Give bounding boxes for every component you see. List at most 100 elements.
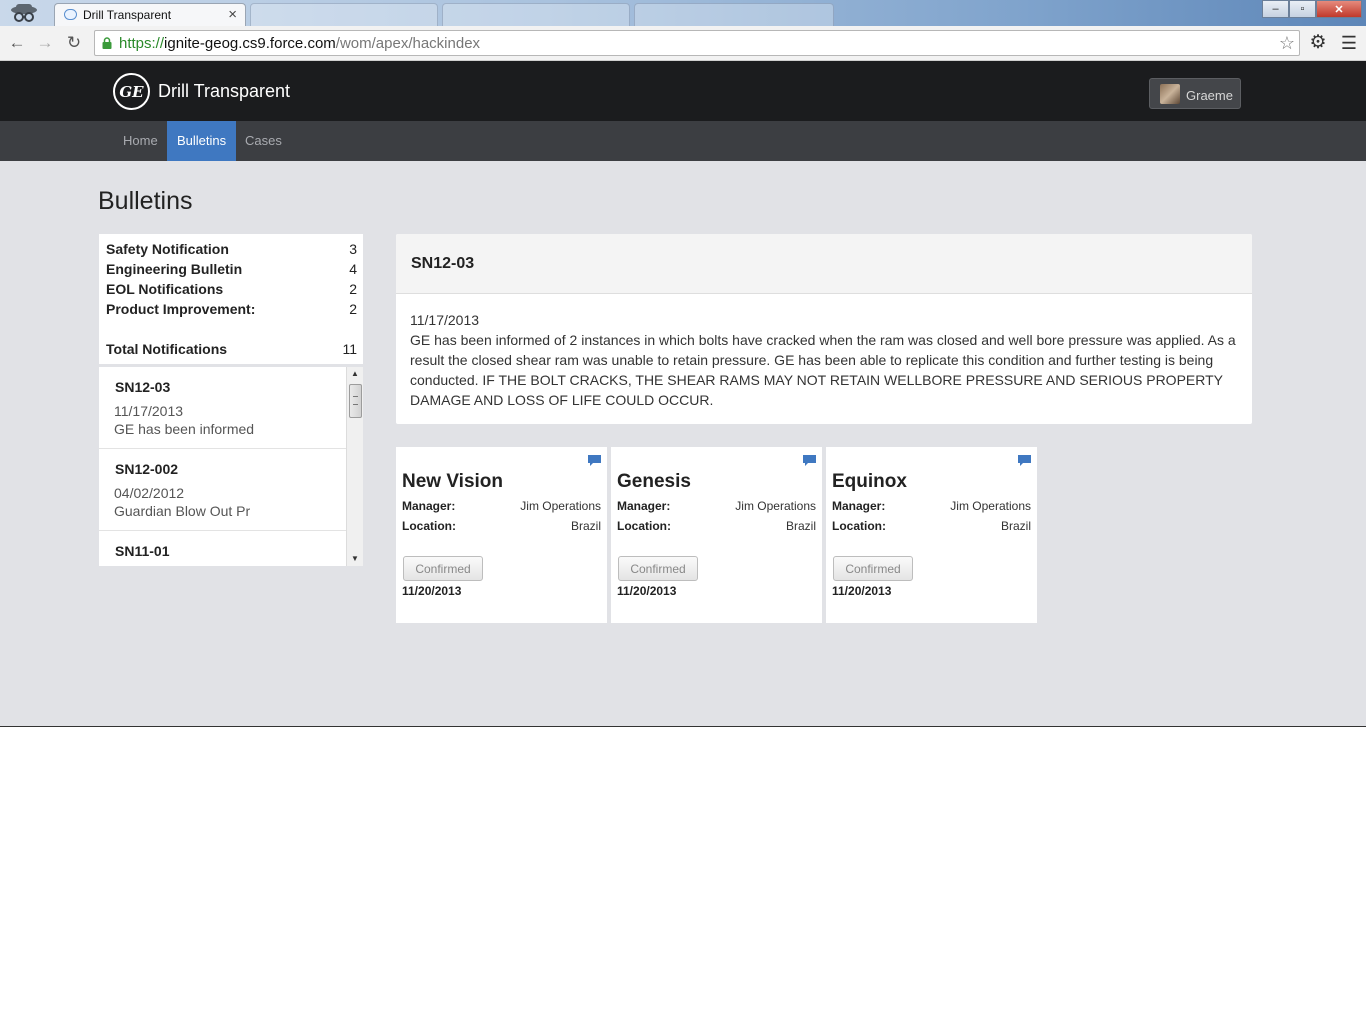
scroll-down-arrow-icon[interactable]: ▼ [351, 554, 359, 563]
rig-name: New Vision [402, 471, 504, 492]
count-value: 2 [349, 281, 357, 297]
count-label: Safety Notification [106, 241, 229, 257]
manager-label: Manager: [617, 499, 671, 513]
confirmed-date: 11/20/2013 [617, 584, 677, 598]
tab-close-button[interactable]: × [228, 6, 237, 23]
bulletin-detail-panel: SN12-03 11/17/2013 GE has been informed … [396, 234, 1252, 424]
browser-toolbar: ← → ↻ https://ignite-geog.cs9.force.com/… [0, 26, 1366, 61]
avatar [1160, 84, 1180, 104]
user-menu-button[interactable]: Graeme [1149, 78, 1241, 109]
rig-name: Genesis [617, 471, 691, 492]
gear-icon[interactable]: ⚙ [1306, 30, 1330, 54]
location-value: Brazil [785, 519, 816, 533]
url-path: /wom/apex/hackindex [335, 35, 481, 52]
rig-card: Genesis Manager: Jim Operations Location… [611, 447, 822, 623]
list-item[interactable]: SN12-002 04/02/2012 Guardian Blow Out Pr [99, 449, 346, 531]
incognito-icon [11, 4, 37, 22]
ge-logo[interactable]: GE [113, 73, 150, 110]
browser-tab-background[interactable] [250, 3, 438, 26]
bookmark-star-icon[interactable]: ☆ [1279, 33, 1295, 54]
manager-value: Jim Operations [520, 499, 601, 513]
bulletin-snippet: GE has been informed [114, 421, 255, 437]
list-scrollbar[interactable]: ▲ ▼ [346, 367, 363, 566]
browser-tab-background[interactable] [634, 3, 834, 26]
restore-button[interactable]: ▫ [1289, 0, 1316, 18]
browser-tab-active[interactable]: Drill Transparent × [54, 3, 246, 26]
bulletin-detail-body: GE has been informed of 2 instances in w… [410, 332, 1236, 408]
count-total-value: 11 [342, 341, 357, 357]
confirmed-button[interactable]: Confirmed [618, 556, 698, 581]
bulletin-detail-header: SN12-03 [396, 234, 1252, 294]
close-window-button[interactable]: ✕ [1316, 0, 1362, 18]
chat-bubble-icon[interactable] [588, 455, 601, 467]
manager-label: Manager: [832, 499, 886, 513]
address-bar[interactable]: https://ignite-geog.cs9.force.com/wom/ap… [94, 30, 1300, 56]
count-total-label: Total Notifications [106, 341, 228, 357]
count-row-engineering: Engineering Bulletin 4 [106, 261, 357, 277]
url-host: ignite-geog.cs9.force.com [164, 35, 336, 52]
nav-bulletins[interactable]: Bulletins [167, 121, 237, 161]
count-row-safety: Safety Notification 3 [106, 241, 357, 257]
count-label: EOL Notifications [106, 281, 224, 297]
chat-bubble-icon[interactable] [1018, 455, 1031, 467]
bulletin-detail-date: 11/17/2013 [410, 312, 480, 328]
confirmed-button[interactable]: Confirmed [833, 556, 913, 581]
bulletin-code: SN12-03 [115, 379, 171, 395]
list-item[interactable]: SN11-01 [99, 531, 346, 566]
window-controls: – ▫ ✕ [1262, 0, 1362, 18]
bulletin-snippet: Guardian Blow Out Pr [114, 503, 251, 519]
scroll-up-arrow-icon[interactable]: ▲ [351, 369, 359, 378]
count-value: 4 [349, 261, 357, 277]
page-content: GE Drill Transparent Graeme Home Bulleti… [0, 61, 1366, 727]
bulletin-code: SN11-01 [115, 543, 170, 559]
browser-tab-background[interactable] [442, 3, 630, 26]
confirmed-button[interactable]: Confirmed [403, 556, 483, 581]
tab-title: Drill Transparent [83, 8, 172, 22]
minimize-button[interactable]: – [1262, 0, 1289, 18]
salesforce-cloud-icon [64, 9, 77, 20]
count-value: 2 [349, 301, 357, 317]
manager-value: Jim Operations [950, 499, 1031, 513]
back-arrow-icon[interactable]: ← [6, 32, 28, 54]
menu-icon[interactable]: ☰ [1338, 32, 1360, 54]
reload-icon[interactable]: ↻ [63, 32, 85, 54]
location-label: Location: [617, 519, 671, 533]
chat-bubble-icon[interactable] [803, 455, 816, 467]
location-value: Brazil [1000, 519, 1031, 533]
count-label: Product Improvement: [106, 301, 256, 317]
count-value: 3 [349, 241, 357, 257]
notification-counts: Safety Notification 3 Engineering Bullet… [99, 234, 363, 364]
nav-home[interactable]: Home [113, 121, 168, 161]
forward-arrow-icon[interactable]: → [34, 32, 56, 54]
confirmed-date: 11/20/2013 [832, 584, 892, 598]
page-title: Bulletins [98, 187, 193, 215]
count-row-total: Total Notifications 11 [106, 341, 357, 357]
app-header: GE Drill Transparent Graeme [0, 61, 1366, 121]
lock-icon [102, 37, 112, 49]
bulletin-date: 11/17/2013 [114, 403, 184, 419]
count-row-product-improvement: Product Improvement: 2 [106, 301, 357, 317]
rig-card: Equinox Manager: Jim Operations Location… [826, 447, 1037, 623]
location-label: Location: [402, 519, 456, 533]
scroll-thumb[interactable] [349, 384, 362, 418]
bulletin-code: SN12-002 [115, 461, 179, 477]
confirmed-date: 11/20/2013 [402, 584, 462, 598]
list-item[interactable]: SN12-03 11/17/2013 GE has been informed [99, 367, 346, 449]
grip-icon [353, 396, 358, 405]
count-label: Engineering Bulletin [106, 261, 243, 277]
location-value: Brazil [570, 519, 601, 533]
bulletin-list[interactable]: SN12-03 11/17/2013 GE has been informed … [99, 367, 363, 566]
location-label: Location: [832, 519, 886, 533]
count-row-eol: EOL Notifications 2 [106, 281, 357, 297]
browser-tabstrip: Drill Transparent × – ▫ ✕ [0, 0, 1366, 26]
rig-card: New Vision Manager: Jim Operations Locat… [396, 447, 607, 623]
manager-value: Jim Operations [735, 499, 816, 513]
bulletin-detail-code: SN12-03 [411, 255, 475, 272]
app-title[interactable]: Drill Transparent [158, 81, 290, 102]
rig-name: Equinox [832, 471, 907, 492]
bulletin-date: 04/02/2012 [114, 485, 185, 501]
url-text: https://ignite-geog.cs9.force.com/wom/ap… [119, 35, 480, 52]
user-name: Graeme [1186, 88, 1233, 103]
nav-cases[interactable]: Cases [235, 121, 292, 161]
url-scheme: https:// [119, 35, 165, 52]
